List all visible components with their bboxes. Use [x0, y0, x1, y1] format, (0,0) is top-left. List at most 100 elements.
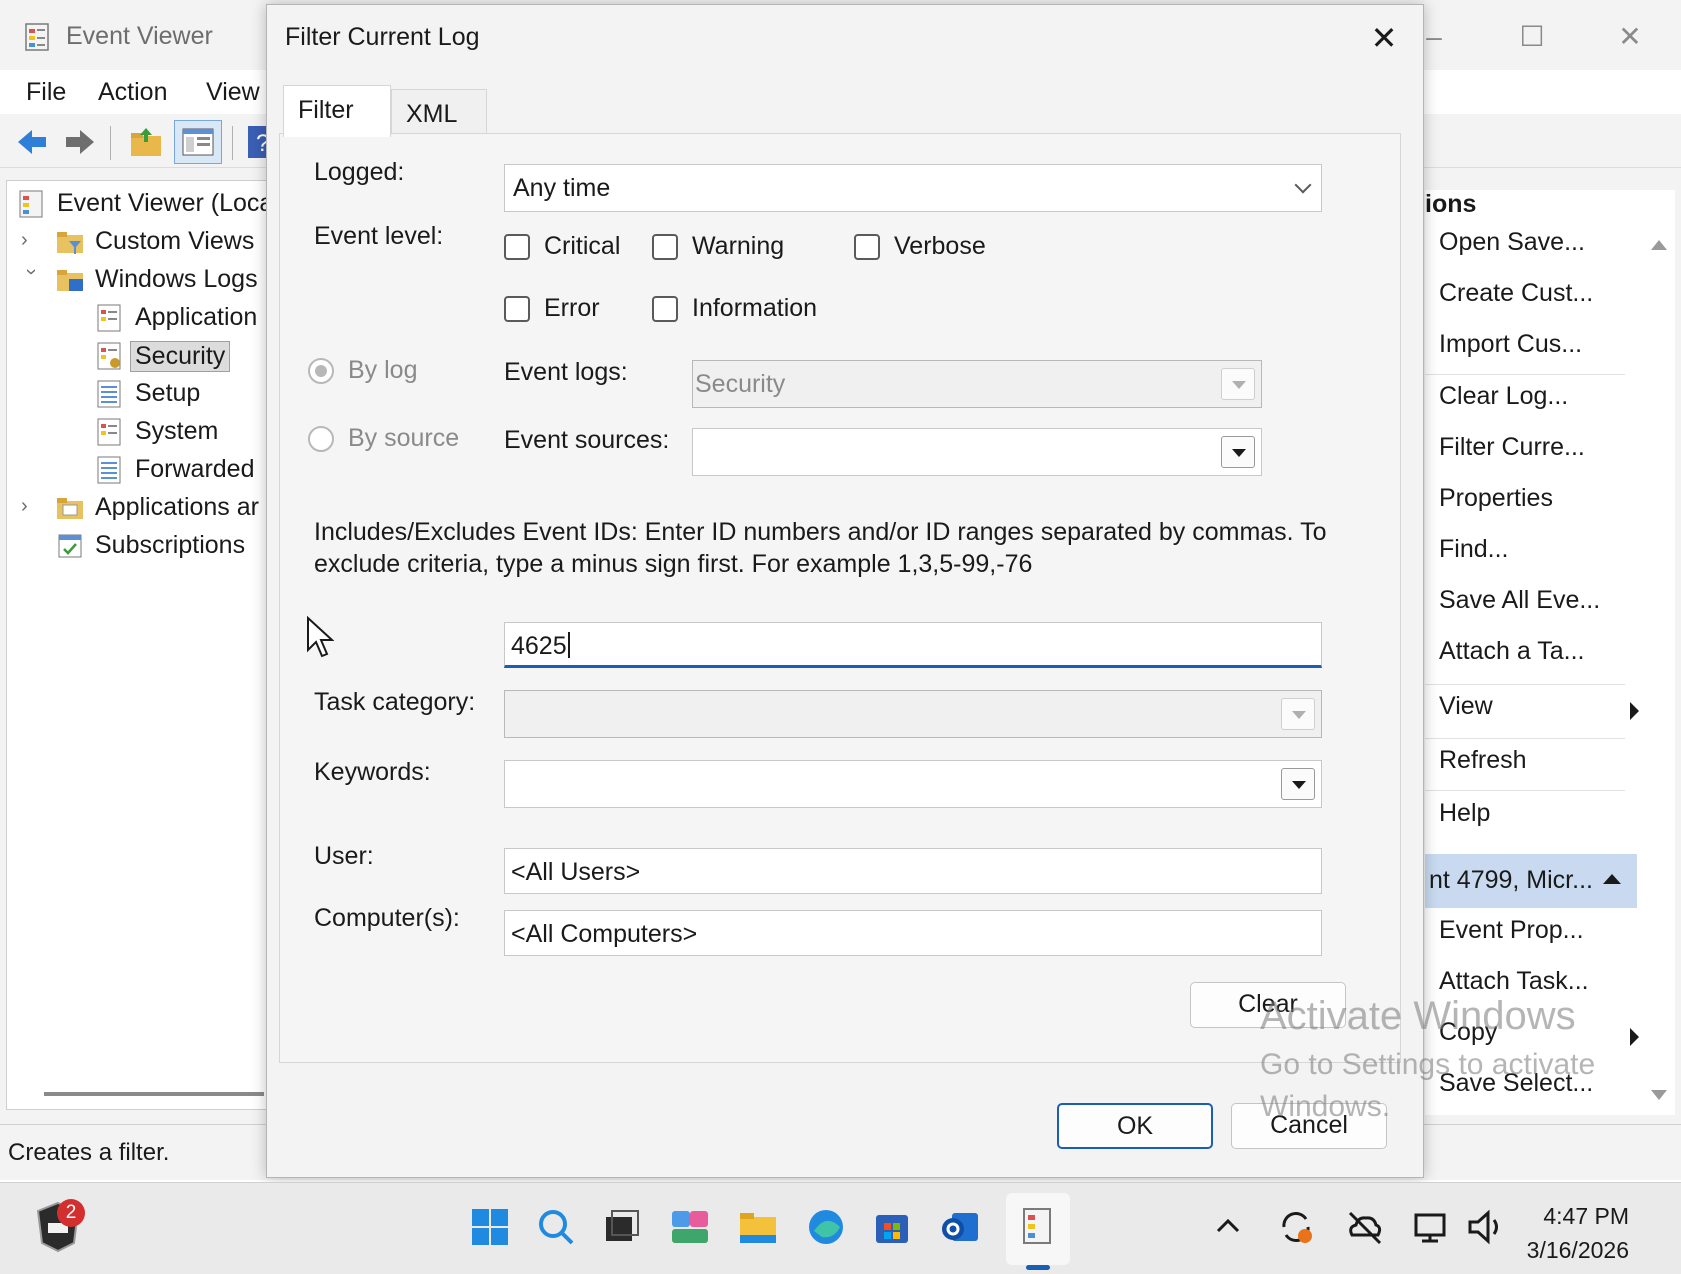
- event-viewer-app-icon: [25, 23, 49, 51]
- sync-update-icon[interactable]: [1274, 1205, 1318, 1249]
- event-logs-dropdown[interactable]: Security: [692, 360, 1262, 408]
- back-arrow-icon[interactable]: [14, 124, 50, 160]
- critical-checkbox[interactable]: [504, 234, 530, 260]
- computers-input[interactable]: <All Computers>: [504, 910, 1322, 956]
- close-icon[interactable]: ✕: [1359, 13, 1409, 63]
- warning-label: Warning: [692, 232, 785, 260]
- actions-separator: [1425, 684, 1625, 685]
- logged-dropdown[interactable]: Any time: [504, 164, 1322, 212]
- show-hidden-icons-chevron-up-icon[interactable]: [1206, 1205, 1250, 1249]
- toolbar-toggle-pane[interactable]: [174, 120, 222, 164]
- chevron-right-icon[interactable]: ›: [21, 495, 41, 518]
- scroll-down-icon[interactable]: [1651, 1090, 1667, 1100]
- log-icon: [97, 418, 121, 446]
- tree-horizontal-scrollbar[interactable]: [44, 1092, 264, 1096]
- by-log-radio[interactable]: [308, 358, 334, 384]
- network-icon[interactable]: [1410, 1205, 1454, 1249]
- collapse-arrow-icon[interactable]: [1603, 874, 1621, 884]
- warning-checkbox[interactable]: [652, 234, 678, 260]
- action-refresh[interactable]: Refresh: [1439, 746, 1527, 786]
- volume-icon[interactable]: [1464, 1205, 1508, 1249]
- show-hide-tree-icon: [182, 128, 214, 156]
- action-view-label: View: [1439, 692, 1493, 720]
- action-find[interactable]: Find...: [1439, 535, 1508, 575]
- menu-file[interactable]: File: [26, 78, 66, 107]
- widgets-icon[interactable]: [668, 1205, 712, 1249]
- by-source-radio[interactable]: [308, 426, 334, 452]
- action-clear-log[interactable]: Clear Log...: [1439, 382, 1568, 422]
- chevron-right-icon[interactable]: ›: [21, 229, 41, 252]
- task-category-dropdown[interactable]: [504, 690, 1322, 738]
- critical-label: Critical: [544, 232, 621, 260]
- event-section-header[interactable]: nt 4799, Micr...: [1425, 854, 1637, 908]
- ok-button[interactable]: OK: [1057, 1103, 1213, 1149]
- windows-start-icon[interactable]: [468, 1205, 512, 1249]
- event-viewer-icon: [19, 190, 43, 218]
- folder-icon: [57, 498, 83, 519]
- folder-up-icon[interactable]: [128, 124, 164, 160]
- cloud-offline-icon[interactable]: [1342, 1205, 1386, 1249]
- chevron-down-icon: [1294, 176, 1312, 194]
- microsoft-store-icon[interactable]: [870, 1205, 914, 1249]
- event-id-value: 4625: [511, 632, 570, 661]
- forward-arrow-icon[interactable]: [62, 124, 98, 160]
- close-window-icon[interactable]: ✕: [1600, 14, 1660, 60]
- event-id-input[interactable]: 4625: [504, 622, 1322, 668]
- activate-windows-subtext: Go to Settings to activate: [1260, 1048, 1596, 1081]
- keywords-dropdown[interactable]: [504, 760, 1322, 808]
- security-log-icon: [97, 342, 121, 370]
- menu-view[interactable]: View: [206, 78, 260, 107]
- text-caret: [567, 632, 570, 658]
- verbose-checkbox[interactable]: [854, 234, 880, 260]
- action-event-properties[interactable]: Event Prop...: [1439, 916, 1584, 956]
- search-icon[interactable]: [534, 1205, 578, 1249]
- tab-filter[interactable]: Filter: [283, 85, 391, 137]
- event-level-label: Event level:: [314, 222, 444, 250]
- event-ids-help-line1: Includes/Excludes Event IDs: Enter ID nu…: [314, 518, 1327, 546]
- action-filter-current-log[interactable]: Filter Curre...: [1439, 433, 1585, 473]
- notification-badge: 2: [57, 1199, 85, 1227]
- dialog-title: Filter Current Log: [285, 23, 480, 51]
- log-plain-icon: [97, 380, 121, 408]
- window-title: Event Viewer: [66, 22, 213, 50]
- dropdown-arrow-icon: [1281, 768, 1315, 800]
- task-view-icon[interactable]: [600, 1205, 644, 1249]
- event-viewer-taskbar-icon[interactable]: [1016, 1205, 1060, 1249]
- information-checkbox[interactable]: [652, 296, 678, 322]
- action-create-custom-view[interactable]: Create Cust...: [1439, 279, 1593, 319]
- action-help[interactable]: Help: [1439, 799, 1490, 839]
- event-logs-value: Security: [695, 370, 786, 398]
- tab-xml[interactable]: XML: [391, 89, 487, 135]
- action-attach-task[interactable]: Attach a Ta...: [1439, 637, 1584, 677]
- action-properties[interactable]: Properties: [1439, 484, 1553, 524]
- action-import-custom-view[interactable]: Import Cus...: [1439, 330, 1582, 370]
- information-label: Information: [692, 294, 818, 322]
- task-category-label: Task category:: [314, 688, 476, 716]
- outlook-icon[interactable]: [938, 1205, 982, 1249]
- tree-label: System: [135, 417, 219, 445]
- actions-separator: [1425, 790, 1625, 791]
- scroll-up-icon[interactable]: [1651, 240, 1667, 250]
- folder-filter-icon: [57, 232, 83, 254]
- navigation-tree: Event Viewer (Loca › Custom Views › Wind…: [6, 180, 268, 1110]
- action-save-all-events[interactable]: Save All Eve...: [1439, 586, 1600, 626]
- dropdown-arrow-icon: [1221, 368, 1255, 400]
- error-checkbox[interactable]: [504, 296, 530, 322]
- user-input[interactable]: <All Users>: [504, 848, 1322, 894]
- action-view[interactable]: View: [1439, 692, 1639, 732]
- keywords-label: Keywords:: [314, 758, 431, 786]
- file-explorer-icon[interactable]: [736, 1205, 780, 1249]
- clock-date: 3/16/2026: [1526, 1237, 1629, 1263]
- tree-label: Forwarded: [135, 455, 255, 483]
- computers-value: <All Computers>: [511, 920, 698, 948]
- tree-label: Custom Views: [95, 227, 255, 255]
- event-sources-dropdown[interactable]: [692, 428, 1262, 476]
- filter-panel: Logged: Any time Event level: Critical W…: [279, 133, 1401, 1063]
- folder-windows-icon: [57, 270, 83, 291]
- menu-action[interactable]: Action: [98, 78, 167, 107]
- chevron-down-icon[interactable]: ›: [20, 269, 43, 289]
- edge-browser-icon[interactable]: [804, 1205, 848, 1249]
- maximize-icon[interactable]: ☐: [1502, 14, 1562, 60]
- system-clock[interactable]: 4:47 PM 3/16/2026: [1527, 1199, 1629, 1267]
- action-open-saved-log[interactable]: Open Save...: [1439, 228, 1585, 268]
